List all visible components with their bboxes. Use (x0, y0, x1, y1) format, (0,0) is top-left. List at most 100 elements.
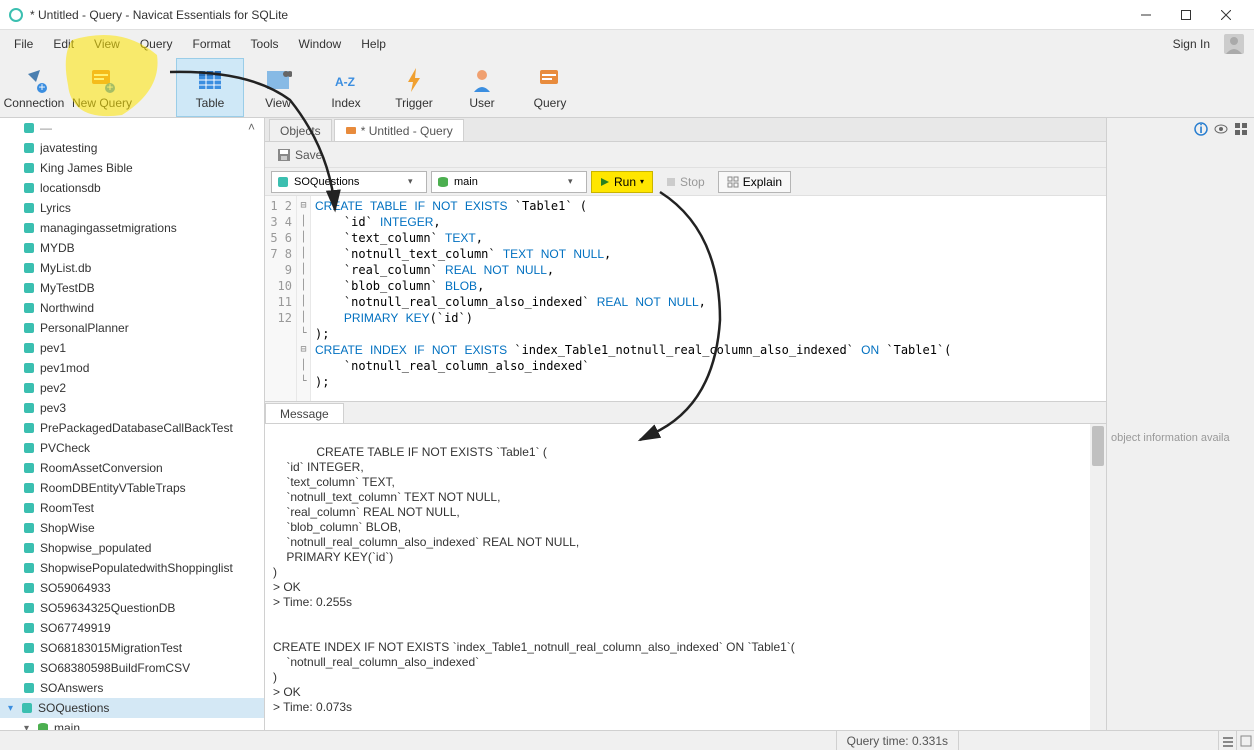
database-file-icon (22, 201, 36, 215)
tree-item-label: pev2 (40, 381, 66, 395)
status-view-detail-icon[interactable] (1236, 731, 1254, 750)
tree-item[interactable]: MYDB (0, 238, 264, 258)
user-avatar[interactable] (1224, 34, 1244, 54)
tree-item[interactable]: pev1 (0, 338, 264, 358)
tree-item[interactable]: King James Bible (0, 158, 264, 178)
tree-item-child[interactable]: ▾main (0, 718, 264, 730)
eye-icon[interactable] (1214, 122, 1228, 139)
status-view-list-icon[interactable] (1218, 731, 1236, 750)
connection-tree[interactable]: ˄ — javatesting King James Biblelocationsd… (0, 118, 265, 730)
tree-item[interactable]: javatesting (0, 138, 264, 158)
table-button[interactable]: Table (176, 58, 244, 117)
sql-editor[interactable]: 1 2 3 4 5 6 7 8 9 10 11 12 ⊟ │ │ │ │ │ │… (265, 196, 1106, 402)
message-output[interactable]: CREATE TABLE IF NOT EXISTS `Table1` ( `i… (265, 424, 1106, 730)
menu-tools[interactable]: Tools (241, 33, 289, 55)
grid-icon[interactable] (1234, 122, 1248, 139)
tree-item-selected[interactable]: ▾SOQuestions (0, 698, 264, 718)
menu-view[interactable]: View (84, 33, 130, 55)
tree-item[interactable]: SO68183015MigrationTest (0, 638, 264, 658)
tree-item[interactable]: PersonalPlanner (0, 318, 264, 338)
tree-item[interactable]: PVCheck (0, 438, 264, 458)
query-label: Query (534, 96, 567, 110)
tree-item[interactable]: SOAnswers (0, 678, 264, 698)
index-label: Index (331, 96, 360, 110)
trigger-button[interactable]: Trigger (380, 58, 448, 117)
signin-link[interactable]: Sign In (1165, 33, 1218, 55)
menu-window[interactable]: Window (289, 33, 352, 55)
database-file-icon (22, 161, 36, 175)
tree-item[interactable]: locationsdb (0, 178, 264, 198)
newquery-label: New Query (72, 96, 132, 110)
window-title: * Untitled - Query - Navicat Essentials … (30, 8, 1126, 22)
close-button[interactable] (1206, 0, 1246, 30)
save-button[interactable]: Save (271, 146, 328, 164)
stop-button[interactable]: Stop (657, 171, 714, 193)
tab-objects[interactable]: Objects (269, 119, 332, 141)
svg-text:A-Z: A-Z (335, 75, 355, 89)
explain-button[interactable]: Explain (718, 171, 791, 193)
tree-item[interactable]: SO68380598BuildFromCSV (0, 658, 264, 678)
newquery-button[interactable]: + New Query (68, 58, 136, 117)
tree-item[interactable]: ShopwisePopulatedwithShoppinglist (0, 558, 264, 578)
message-scrollbar[interactable] (1090, 424, 1106, 730)
tree-item-label: PrePackagedDatabaseCallBackTest (40, 421, 233, 435)
info-icon[interactable]: i (1194, 122, 1208, 139)
tree-item[interactable]: SO59064933 (0, 578, 264, 598)
tree-item[interactable]: RoomAssetConversion (0, 458, 264, 478)
tree-item[interactable]: Northwind (0, 298, 264, 318)
tree-item[interactable]: pev2 (0, 378, 264, 398)
tab-query[interactable]: * Untitled - Query (334, 119, 464, 141)
maximize-button[interactable] (1166, 0, 1206, 30)
table-icon (196, 66, 224, 94)
tree-item-label: javatesting (40, 141, 97, 155)
tree-item[interactable]: PrePackagedDatabaseCallBackTest (0, 418, 264, 438)
fold-gutter[interactable]: ⊟ │ │ │ │ │ │ │ └ ⊟ │ └ (297, 196, 311, 401)
collapse-sidebar-icon[interactable]: ˄ (248, 120, 260, 132)
tree-item[interactable]: managingassetmigrations (0, 218, 264, 238)
chevron-down-icon: ▾ (568, 176, 582, 187)
menu-query[interactable]: Query (130, 33, 183, 55)
run-button[interactable]: Run ▾ (591, 171, 653, 193)
tree-item-label: pev3 (40, 401, 66, 415)
database-file-icon (22, 281, 36, 295)
menu-format[interactable]: Format (183, 33, 241, 55)
index-button[interactable]: A-Z Index (312, 58, 380, 117)
menu-file[interactable]: File (4, 33, 43, 55)
tree-item[interactable]: Lyrics (0, 198, 264, 218)
chevron-down-icon[interactable]: ▾ (8, 703, 20, 714)
query-button[interactable]: Query (516, 58, 584, 117)
tree-item-label: ShopwisePopulatedwithShoppinglist (40, 561, 233, 575)
user-button[interactable]: User (448, 58, 516, 117)
connection-select[interactable]: SOQuestions ▾ (271, 171, 427, 193)
stop-icon (666, 177, 676, 187)
tree-item[interactable]: RoomTest (0, 498, 264, 518)
tree-item[interactable]: RoomDBEntityVTableTraps (0, 478, 264, 498)
code-area[interactable]: CREATE TABLE IF NOT EXISTS `Table1` ( `i… (311, 196, 1106, 401)
database-select[interactable]: main ▾ (431, 171, 587, 193)
database-file-icon (22, 541, 36, 555)
tree-item[interactable]: Shopwise_populated (0, 538, 264, 558)
tree-item[interactable]: — (0, 118, 264, 138)
message-tab[interactable]: Message (265, 403, 344, 423)
menu-edit[interactable]: Edit (43, 33, 84, 55)
view-label: View (265, 96, 291, 110)
tree-item[interactable]: pev3 (0, 398, 264, 418)
newquery-icon: + (88, 66, 116, 94)
tree-item[interactable]: MyTestDB (0, 278, 264, 298)
minimize-button[interactable] (1126, 0, 1166, 30)
tree-item-label: SO59064933 (40, 581, 111, 595)
tree-item-label: SO67749919 (40, 621, 111, 635)
database-file-icon (22, 321, 36, 335)
tree-item[interactable]: ShopWise (0, 518, 264, 538)
tree-item[interactable]: MyList.db (0, 258, 264, 278)
info-panel: i object information availa (1106, 118, 1254, 730)
view-button[interactable]: View (244, 58, 312, 117)
tree-item[interactable]: pev1mod (0, 358, 264, 378)
tree-item[interactable]: SO59634325QuestionDB (0, 598, 264, 618)
status-querytime: Query time: 0.331s (836, 731, 958, 750)
chevron-down-icon[interactable]: ▾ (24, 723, 36, 731)
connection-button[interactable]: + Connection (0, 58, 68, 117)
menu-help[interactable]: Help (351, 33, 396, 55)
tree-item[interactable]: SO67749919 (0, 618, 264, 638)
explain-label: Explain (743, 175, 782, 189)
